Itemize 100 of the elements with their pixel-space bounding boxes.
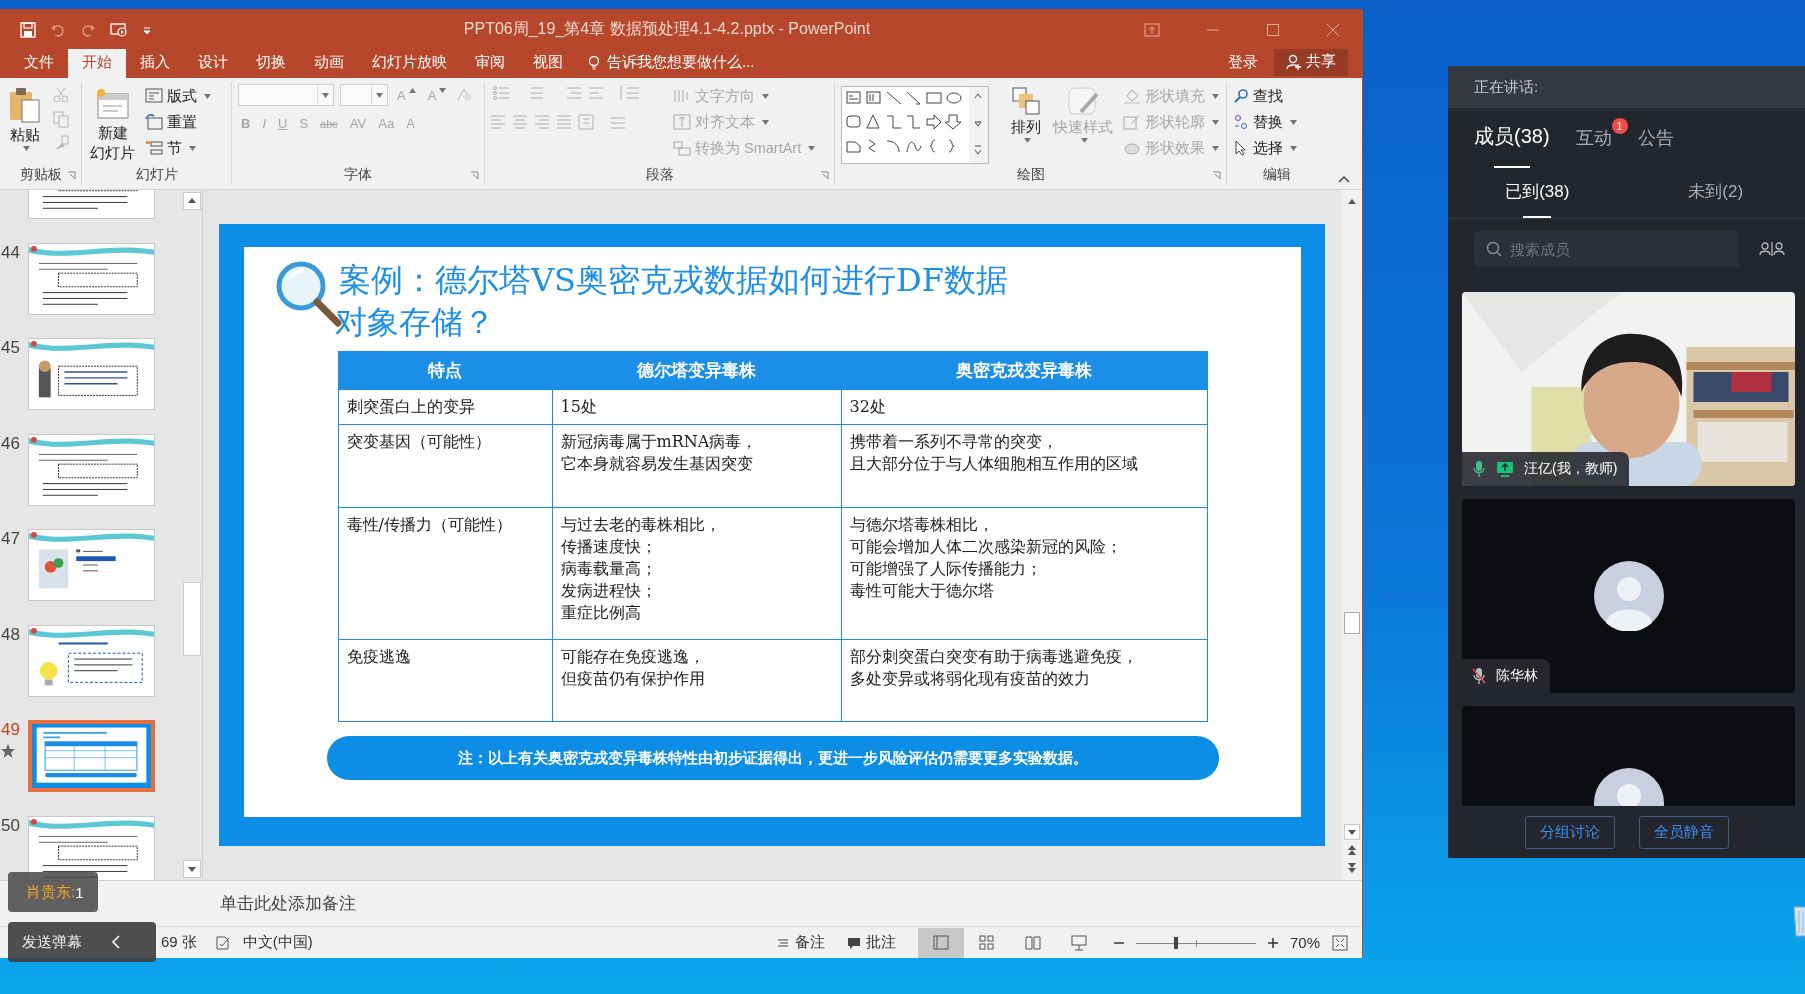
scroll-up-icon[interactable]	[183, 192, 201, 210]
fit-to-window-icon[interactable]	[1332, 934, 1348, 951]
collapse-ribbon-icon[interactable]	[1338, 175, 1350, 183]
collapse-chevron-icon[interactable]	[110, 934, 122, 950]
note-banner: 注：以上有关奥密克戎变异毒株特性由初步证据得出，更进一步风险评估仍需要更多实验数据。	[326, 736, 1219, 780]
group-label: 绘图	[1016, 166, 1045, 184]
spelling-check-icon[interactable]	[214, 934, 231, 951]
shapes-gallery[interactable]	[841, 86, 989, 164]
scrollbar-thumb[interactable]	[1343, 612, 1360, 634]
column-header: 特点	[338, 351, 552, 390]
close-icon[interactable]	[1326, 22, 1340, 37]
maximize-icon[interactable]	[1266, 22, 1280, 37]
panel-tab[interactable]: 成员(38)	[1474, 123, 1550, 168]
slide-thumbnail[interactable]	[28, 624, 155, 697]
replace-button[interactable]: 替换	[1233, 112, 1297, 132]
language-indicator[interactable]: 中文(中国)	[242, 933, 313, 952]
cell-text-line: 32处	[849, 396, 887, 418]
replace-icon	[1233, 114, 1249, 130]
zoom-in-icon[interactable]	[1267, 937, 1278, 948]
panel-button[interactable]: 分组讨论	[1524, 815, 1615, 849]
ribbon-tab[interactable]: 切换	[242, 49, 300, 78]
slide-thumbnail[interactable]	[28, 720, 155, 792]
group-label: 段落	[645, 166, 674, 184]
muted-microphone-icon[interactable]	[1472, 667, 1486, 685]
microphone-icon[interactable]	[1472, 460, 1486, 478]
ribbon-tab[interactable]: 开始	[68, 49, 126, 78]
ribbon-tab[interactable]: 文件	[10, 49, 68, 78]
danmaku-user: 肖贵东:	[26, 882, 76, 902]
slide-title-line: 案例：德尔塔VS奥密克戎数据如何进行DF数据	[339, 260, 1008, 301]
share-button[interactable]: 共享	[1274, 49, 1348, 76]
participant-tile[interactable]: 陈华林	[1462, 499, 1795, 693]
customize-caret-icon[interactable]	[142, 24, 152, 35]
group-label: 剪贴板	[19, 166, 62, 184]
column-header: 奥密克戎变异毒株	[841, 351, 1207, 390]
reset-button[interactable]: 重置	[145, 112, 211, 132]
slideshow-icon[interactable]	[110, 21, 128, 38]
search-icon	[1486, 241, 1502, 257]
slide-number: 45	[1, 338, 20, 358]
danmaku-count: 1	[75, 883, 84, 901]
zoom-slider[interactable]	[1135, 935, 1256, 950]
comments-button[interactable]: 批注	[846, 933, 896, 952]
arrange-button[interactable]: 排列	[1009, 84, 1043, 145]
slide-number: 49	[1, 720, 20, 740]
slide-thumbnail[interactable]	[28, 338, 155, 410]
new-slide-button[interactable]: 新建 幻灯片	[88, 84, 137, 164]
search-field[interactable]: 搜索成员	[1474, 231, 1739, 267]
save-icon[interactable]	[20, 21, 36, 38]
caret-icon	[204, 93, 211, 99]
lightbulb-icon	[587, 54, 601, 71]
slide-thumbnail[interactable]	[28, 433, 155, 506]
cell-text-line: 病毒载量高；	[560, 558, 658, 580]
slide-thumbnail[interactable]	[28, 529, 155, 601]
panel-tab[interactable]: 公告	[1637, 126, 1674, 168]
slide-number: 44	[1, 242, 20, 263]
cell-text-line: 免疫逃逸	[346, 646, 412, 668]
layout-button[interactable]: 版式	[145, 86, 211, 106]
cell-text-line: 毒性/传播力（可能性）	[346, 514, 513, 536]
ribbon-tab[interactable]: 幻灯片放映	[358, 49, 461, 78]
ribbon-tab[interactable]: 插入	[126, 49, 184, 78]
caret-icon	[1290, 119, 1297, 125]
caret-icon	[376, 92, 383, 98]
send-danmaku-button[interactable]: 发送弹幕	[14, 928, 90, 956]
ribbon-tab[interactable]: 视图	[519, 49, 577, 78]
cell-text-line: 15处	[560, 396, 598, 418]
caret-icon	[762, 119, 769, 125]
speaking-label: 正在讲话:	[1474, 77, 1539, 97]
cell-text-line: 可能增强了人际传播能力；	[849, 558, 1043, 580]
attendance-tab[interactable]: 未到(2)	[1688, 168, 1744, 218]
find-button[interactable]: 查找	[1233, 86, 1297, 106]
caret-icon	[808, 145, 816, 151]
participant-name: 汪亿(我，教师)	[1524, 460, 1618, 478]
star-icon	[1, 744, 15, 758]
paste-button[interactable]: 粘贴	[6, 84, 44, 153]
panel-tab[interactable]: 互动	[1575, 126, 1612, 168]
slide-thumbnail[interactable]	[28, 242, 155, 315]
panel-button[interactable]: 全员静音	[1638, 815, 1729, 849]
section-button[interactable]: 节	[145, 138, 211, 158]
dialog-launcher-icon[interactable]	[1212, 171, 1221, 180]
cell-text-line: 传播速度快；	[560, 536, 658, 558]
ribbon-tab[interactable]: 设计	[184, 49, 242, 78]
paint-bucket-icon	[1123, 88, 1141, 104]
member-sort-icon[interactable]	[1759, 241, 1785, 257]
cell-text-line: 毒性可能大于德尔塔	[849, 580, 995, 602]
scrollbar-thumb[interactable]	[183, 582, 201, 656]
select-button[interactable]: 选择	[1233, 138, 1297, 158]
ribbon-display-icon[interactable]	[1144, 22, 1160, 37]
slide-thumbnail[interactable]	[28, 815, 155, 880]
notes-button[interactable]: 备注	[775, 933, 825, 952]
scroll-down-icon[interactable]	[183, 860, 201, 878]
sign-in-link[interactable]: 登录	[1212, 53, 1274, 78]
caret-icon	[408, 87, 416, 93]
participant-tile[interactable]: 汪亿(我，教师)	[1462, 292, 1795, 486]
ribbon-tab[interactable]: 审阅	[461, 49, 519, 78]
zoom-level[interactable]: 70%	[1289, 934, 1320, 951]
ribbon-tab[interactable]: 动画	[300, 49, 358, 78]
scroll-down-icon[interactable]	[1343, 824, 1360, 840]
tell-me-search[interactable]: 告诉我您想要做什么...	[577, 53, 765, 78]
dialog-launcher-icon[interactable]	[67, 171, 76, 180]
normal-view-icon[interactable]	[917, 927, 964, 958]
notes-placeholder[interactable]: 单击此处添加备注	[220, 892, 356, 915]
